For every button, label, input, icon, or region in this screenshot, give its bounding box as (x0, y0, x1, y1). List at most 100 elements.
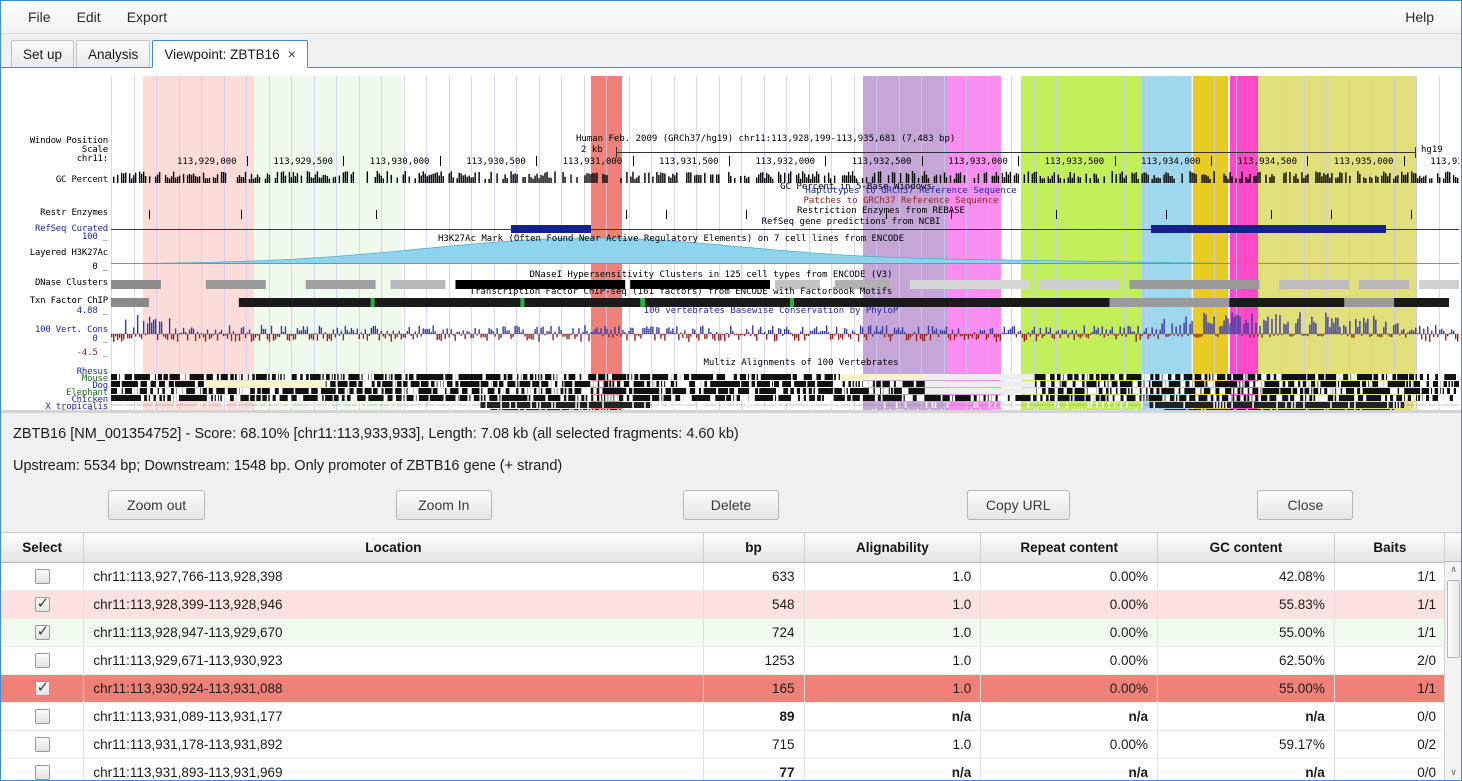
menu-export[interactable]: Export (114, 4, 180, 30)
column-header-bp[interactable]: bp (703, 533, 805, 563)
tab-analysis[interactable]: Analysis (76, 40, 151, 67)
cell-select[interactable] (1, 618, 85, 647)
track-label: Restr Enzymes (40, 208, 108, 218)
cell-gc-content: 42.08% (1157, 562, 1335, 591)
gc-percent-track (111, 170, 1459, 183)
table-row[interactable]: chr11:113,928,947-113,929,6707241.00.00%… (1, 618, 1447, 647)
cell-gc-content: n/a (1157, 758, 1335, 780)
cell-baits: 0/0 (1334, 758, 1447, 780)
ruler-tick-label: 113,929,500 (273, 157, 333, 167)
table-vertical-scrollbar[interactable]: ∧ ∨ (1444, 562, 1461, 780)
cell-select[interactable] (1, 590, 85, 619)
genome-browser-panel[interactable]: Human Feb. 2009 (GRCh37/hg19) chr11:113,… (1, 68, 1461, 413)
restriction-site-tick (241, 210, 242, 219)
checkbox-unchecked[interactable] (34, 736, 50, 752)
checkbox-unchecked[interactable] (34, 708, 50, 724)
track-caption: H3K27Ac Mark (Often Found Near Active Re… (438, 234, 904, 244)
close-icon[interactable]: × (288, 46, 296, 62)
track-label: 0 _ (92, 334, 108, 344)
menu-file[interactable]: File (15, 4, 64, 30)
checkbox-unchecked[interactable] (34, 652, 50, 668)
menu-edit[interactable]: Edit (64, 4, 114, 30)
column-header-baits[interactable]: Baits (1334, 533, 1447, 563)
ruler-tick-label: 113,931,000 (562, 157, 623, 167)
cell-repeat-content: 0.00% (980, 646, 1159, 675)
tab-viewpoint-zbtb16[interactable]: Viewpoint: ZBTB16 × (152, 40, 308, 68)
scale-bar-tick-right (1415, 147, 1416, 158)
column-header-alignability[interactable]: Alignability (804, 533, 982, 563)
ruler-tick-label: 113,934,000 (1141, 157, 1201, 167)
genome-browser-tracks[interactable]: Human Feb. 2009 (GRCh37/hg19) chr11:113,… (111, 68, 1459, 410)
scrollbar-thumb[interactable] (1447, 580, 1460, 658)
cell-select[interactable] (1, 562, 85, 591)
tab-label: Analysis (88, 46, 139, 62)
table-row[interactable]: chr11:113,929,671-113,930,923 1253 1.0 0.00… (1, 646, 1447, 675)
table-row[interactable]: chr11:113,931,893-113,931,969 77 n/a n/a n/a… (1, 758, 1447, 780)
column-header-repeat-content[interactable]: Repeat content (980, 533, 1159, 563)
scroll-up-icon[interactable]: ∧ (1445, 562, 1461, 577)
track-caption: Patches to GRCh37 Reference Sequence (803, 196, 999, 206)
genome-browser-image[interactable]: Human Feb. 2009 (GRCh37/hg19) chr11:113,… (1, 68, 1461, 410)
cell-location: chr11:113,928,947-113,929,670 (83, 618, 704, 647)
ruler-tick-label: 113,933,000 (948, 157, 1008, 167)
cell-select[interactable] (1, 758, 85, 780)
table-row[interactable]: chr11:113,931,089-113,931,177 89 n/a n/a n/a… (1, 702, 1447, 731)
scale-bar-label: 2 kb (581, 145, 603, 155)
multiz-row (111, 388, 1459, 401)
tab-label: Viewpoint: ZBTB16 (164, 46, 280, 62)
genome-browser-track-labels: Window Position Scale chr11: GC Percent Rest… (1, 68, 111, 410)
zoom-out-button[interactable]: Zoom out (108, 490, 206, 520)
cell-select[interactable] (1, 646, 85, 675)
checkbox-checked[interactable] (34, 678, 50, 696)
cell-bp: 715 (703, 730, 805, 759)
menu-help[interactable]: Help (1392, 4, 1447, 30)
column-header-select[interactable]: Select (1, 533, 85, 563)
ruler-tick-mark (729, 156, 730, 166)
tab-set-up[interactable]: Set up (11, 40, 75, 67)
delete-button[interactable]: Delete (683, 490, 779, 520)
viewpoint-detail-line: Upstream: 5534 bp; Downstream: 1548 bp. … (13, 458, 563, 474)
cell-select[interactable] (1, 730, 85, 759)
scroll-down-icon[interactable]: ∨ (1445, 765, 1461, 780)
table-row[interactable]: chr11:113,931,178-113,931,892 715 1.0 0.00%… (1, 730, 1447, 759)
cell-select[interactable] (1, 702, 85, 731)
ruler-tick-mark (1403, 156, 1405, 166)
viewpoint-info: ZBTB16 [NM_001354752] - Score: 68.10% [c… (1, 413, 1461, 490)
ruler-tick-label: 113,929,000 (177, 157, 237, 167)
track-label: Zebrafish (61, 409, 108, 410)
button-cell: Zoom In (300, 490, 587, 520)
table-row[interactable]: chr11:113,928,399-113,928,9465481.00.00%… (1, 590, 1447, 619)
checkbox-checked[interactable] (34, 622, 50, 640)
checkbox-checked[interactable] (34, 594, 50, 612)
cell-bp: 89 (703, 702, 805, 731)
cell-gc-content: 55.83% (1157, 590, 1335, 619)
restriction-site-tick (1166, 210, 1167, 219)
track-label: Txn Factor ChIP (29, 296, 108, 306)
checkbox-unchecked[interactable] (34, 764, 50, 780)
restriction-site-tick (1056, 210, 1057, 219)
fragments-table: Select Location bp Alignability Repeat c… (1, 533, 1447, 780)
table-row[interactable]: chr11:113,930,924-113,931,0881651.00.00%… (1, 674, 1447, 703)
column-header-location[interactable]: Location (83, 533, 704, 563)
close-viewpoint-button[interactable]: Close (1257, 490, 1354, 520)
track-label: chr11: (76, 154, 109, 164)
zoom-in-button[interactable]: Zoom In (395, 490, 492, 520)
cell-alignability: 1.0 (804, 674, 982, 703)
ruler-tick-label: 113,933,500 (1044, 157, 1105, 167)
cell-alignability: 1.0 (804, 730, 982, 759)
copy-url-button[interactable]: Copy URL (966, 490, 1070, 520)
application-window: File Edit Export Help Set up Analysis Vi… (0, 0, 1462, 781)
fragments-table-container[interactable]: Select Location bp Alignability Repeat c… (1, 532, 1461, 780)
cell-baits: 1/1 (1334, 618, 1447, 647)
cell-location: chr11:113,929,671-113,930,923 (83, 646, 704, 675)
table-row[interactable]: chr11:113,927,766-113,928,398 633 1.0 0.00%… (1, 562, 1447, 591)
viewpoint-summary-line: ZBTB16 [NM_001354752] - Score: 68.10% [c… (13, 426, 739, 442)
cell-location: chr11:113,930,924-113,931,088 (83, 674, 704, 703)
table-header-row: Select Location bp Alignability Repeat c… (1, 533, 1447, 563)
cell-repeat-content: 0.00% (980, 562, 1159, 591)
cell-alignability: 1.0 (804, 618, 982, 647)
track-caption: Restriction Enzymes from REBASE (797, 206, 965, 216)
checkbox-unchecked[interactable] (34, 568, 50, 584)
column-header-gc-content[interactable]: GC content (1157, 533, 1335, 563)
cell-select[interactable] (1, 674, 85, 703)
